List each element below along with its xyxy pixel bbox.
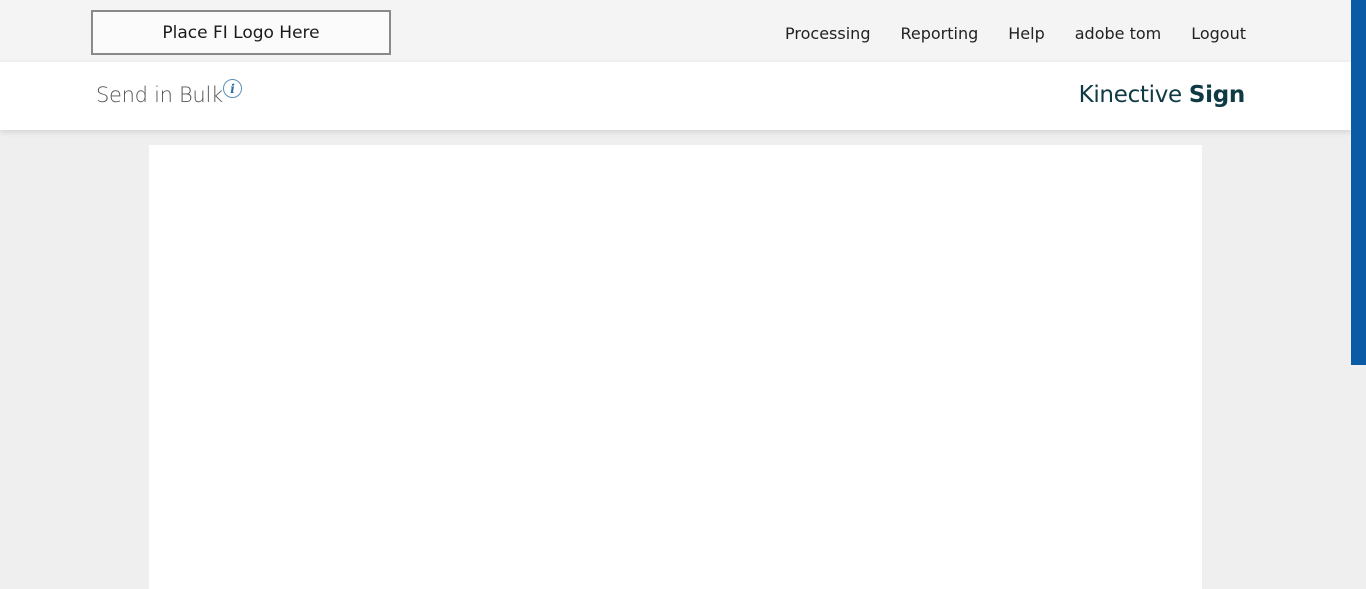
brand-name-light: Kinective [1078, 82, 1183, 108]
brand-logo: Kinective Sign [1078, 82, 1246, 108]
top-bar: Place FI Logo Here Processing Reporting … [0, 0, 1351, 62]
nav-item-logout[interactable]: Logout [1191, 24, 1246, 43]
info-icon-glyph: i [230, 81, 235, 96]
scrollbar-thumb[interactable] [1351, 0, 1366, 365]
nav-item-user[interactable]: adobe tom [1075, 24, 1161, 43]
page-header: Send in Bulk i Kinective Sign [0, 62, 1351, 130]
page-title: Send in Bulk [96, 83, 223, 107]
logo-placeholder[interactable]: Place FI Logo Here [91, 10, 391, 55]
main-nav: Processing Reporting Help adobe tom Logo… [755, 0, 1246, 66]
info-icon[interactable]: i [223, 79, 242, 98]
logo-placeholder-text: Place FI Logo Here [162, 22, 320, 43]
scrollbar-track[interactable] [1351, 365, 1366, 589]
content-panel [149, 145, 1202, 589]
nav-item-reporting[interactable]: Reporting [900, 24, 978, 43]
nav-item-help[interactable]: Help [1008, 24, 1044, 43]
nav-item-processing[interactable]: Processing [785, 24, 870, 43]
brand-name-bold: Sign [1188, 82, 1245, 108]
